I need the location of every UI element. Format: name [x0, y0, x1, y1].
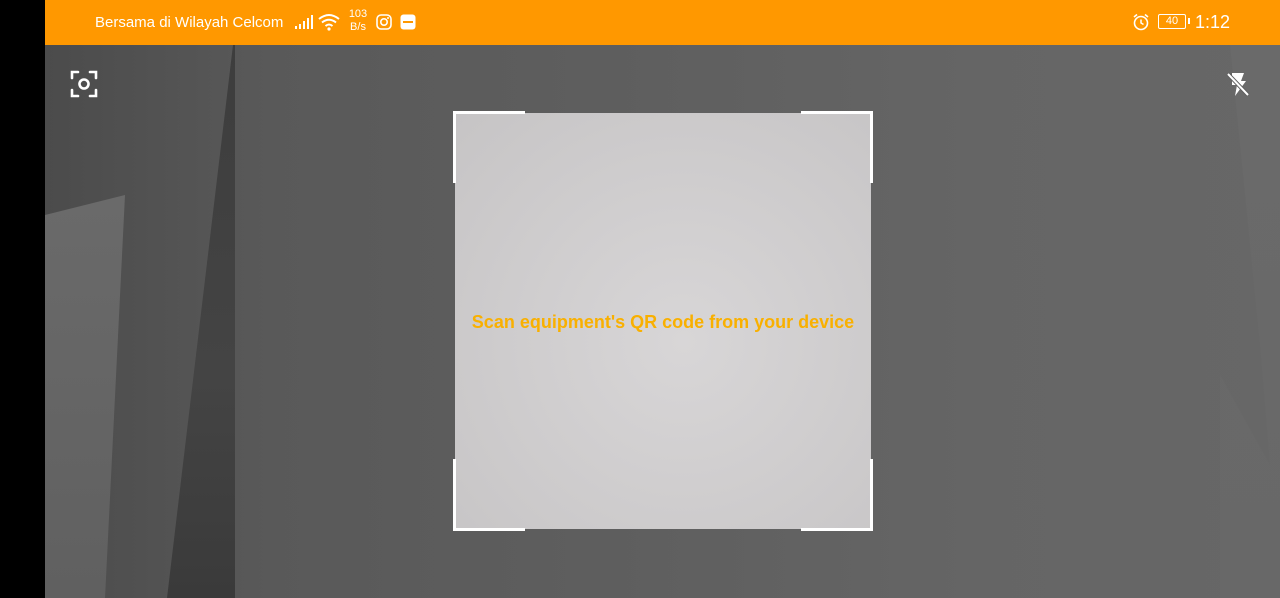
network-speed-value: 103 [348, 8, 368, 20]
battery-level: 40 [1165, 15, 1179, 27]
switch-camera-icon[interactable] [68, 68, 100, 100]
network-speed-unit: B/s [350, 21, 366, 33]
carrier-label: Bersama di Wilayah Celcom [95, 14, 284, 31]
wifi-icon [317, 11, 341, 33]
scanner-screen: Bersama di Wilayah Celcom 103 B/s 40 1:1… [0, 0, 1280, 598]
scan-frame-corner [801, 111, 873, 183]
qr-scan-window: Scan equipment's QR code from your devic… [453, 111, 873, 531]
signal-icon [293, 11, 315, 33]
scan-frame-corner [801, 459, 873, 531]
scan-instruction: Scan equipment's QR code from your devic… [471, 312, 855, 332]
network-speed: 103 B/s [343, 8, 373, 34]
battery-icon: 40 [1158, 14, 1190, 29]
screen-bezel [0, 0, 45, 598]
alarm-icon [1131, 11, 1151, 33]
scan-frame-corner [453, 111, 525, 183]
instagram-icon [375, 11, 393, 33]
clock: 1:12 [1195, 12, 1231, 32]
scan-frame-corner [453, 459, 525, 531]
camera-background-shape [1220, 45, 1280, 598]
camera-background-shape [167, 45, 235, 598]
notification-app-icon [399, 11, 417, 33]
flash-off-icon[interactable] [1222, 68, 1254, 100]
status-bar: Bersama di Wilayah Celcom 103 B/s 40 1:1… [45, 0, 1280, 45]
camera-preview: Scan equipment's QR code from your devic… [45, 45, 1280, 598]
camera-background-shape [45, 195, 125, 598]
